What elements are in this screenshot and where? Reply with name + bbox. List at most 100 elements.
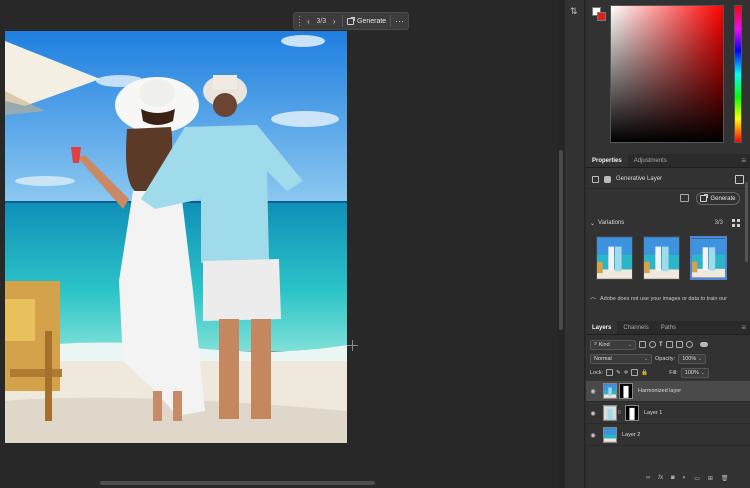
variation-thumbnail[interactable] — [643, 236, 680, 280]
opacity-field[interactable]: 100% ⌄ — [678, 353, 707, 364]
lock-transparent-icon[interactable] — [606, 369, 614, 376]
layer-thumbnail — [603, 405, 617, 421]
blend-mode-dropdown[interactable]: Normal ⌄ — [590, 353, 652, 364]
variation-thumbnail-selected[interactable] — [690, 236, 727, 280]
layer-mask-thumbnail[interactable] — [625, 405, 639, 421]
filter-pixel-icon[interactable] — [639, 341, 646, 348]
properties-tabbar: Properties Adjustments ≡ — [586, 154, 750, 168]
tab-layers[interactable]: Layers — [586, 321, 618, 334]
chevron-left-icon[interactable]: ‹ — [304, 17, 312, 26]
filter-shape-icon[interactable] — [665, 341, 673, 348]
mask-icon[interactable] — [735, 174, 744, 184]
chevron-right-icon[interactable]: › — [330, 17, 338, 26]
eye-icon[interactable]: ◉ — [586, 388, 600, 395]
adjustment-icon[interactable]: ◐ — [683, 475, 687, 482]
chevron-down-icon[interactable]: ⌄ — [590, 220, 595, 227]
eye-icon[interactable]: ◉ — [586, 410, 600, 417]
grid-view-icon[interactable] — [732, 219, 740, 227]
lock-all-icon[interactable]: 🔒 — [641, 370, 648, 376]
panel-menu-icon[interactable]: ≡ — [741, 321, 750, 334]
filter-smart-object-icon[interactable] — [675, 341, 683, 348]
layer-name: Layer 1 — [644, 410, 663, 416]
document-image[interactable] — [5, 31, 347, 443]
vertical-scrollbar[interactable] — [559, 150, 563, 330]
tab-paths[interactable]: Paths — [655, 321, 682, 334]
lock-row: Lock: ✎ ✛ 🔒 Fill: 100% ⌄ — [590, 367, 709, 378]
filter-adjustment-icon[interactable] — [649, 341, 656, 348]
fx-icon[interactable]: fx — [658, 475, 663, 482]
properties-generate-button[interactable]: Generate — [696, 192, 740, 205]
variations-count: 3/3 — [714, 220, 723, 226]
fill-label: Fill: — [669, 369, 678, 376]
chevron-down-icon: ⌄ — [627, 341, 632, 348]
panel-menu-icon[interactable]: ≡ — [741, 154, 750, 167]
training-notice: ⌒ Adobe does not use your images or data… — [590, 296, 746, 305]
notice-text: Adobe does not use your images or data t… — [600, 296, 727, 302]
variations-label: Variations — [598, 220, 625, 226]
generate-button[interactable]: Generate — [347, 16, 387, 25]
background-color-swatch[interactable] — [597, 12, 606, 21]
folder-icon[interactable]: ▭ — [694, 475, 700, 482]
properties-scrollbar[interactable] — [745, 182, 748, 262]
new-layer-icon[interactable]: ⊞ — [708, 475, 713, 482]
color-picker-field[interactable] — [610, 5, 724, 143]
fill-value: 100% — [684, 369, 699, 376]
layers-tabbar: Layers Channels Paths ≡ — [586, 321, 750, 335]
opacity-label: Opacity: — [655, 355, 676, 362]
generate-icon — [700, 194, 709, 202]
mask-icon[interactable]: ◙ — [671, 475, 675, 482]
lock-paint-icon[interactable]: ✎ — [616, 370, 621, 376]
divider — [390, 15, 391, 27]
image-reference-icon[interactable] — [680, 194, 689, 202]
lock-position-icon[interactable]: ✛ — [624, 370, 629, 376]
layer-row-layer-2[interactable]: ◉ Layer 2 — [586, 425, 750, 446]
drag-handle-icon[interactable] — [298, 15, 301, 27]
divider — [586, 188, 750, 189]
filter-toggle[interactable] — [699, 342, 708, 347]
filter-artboard-icon[interactable] — [685, 341, 693, 348]
divider — [342, 15, 343, 27]
canvas-area[interactable]: ‹ 3/3 › Generate ··· — [0, 0, 557, 488]
layer-type-label: Generative Layer — [616, 176, 663, 182]
generate-icon — [347, 16, 355, 25]
right-panels: Properties Adjustments ≡ Generative Laye… — [586, 0, 750, 488]
horizontal-scrollbar[interactable] — [100, 481, 375, 485]
more-icon[interactable]: ··· — [395, 16, 404, 26]
tab-channels[interactable]: Channels — [617, 321, 654, 334]
tab-adjustments[interactable]: Adjustments — [628, 154, 673, 167]
layer-name: Layer 2 — [622, 432, 641, 438]
hue-slider[interactable] — [734, 5, 742, 143]
generative-fill-icon — [592, 175, 599, 183]
variations-thumbnails — [596, 236, 736, 280]
filter-type-icon[interactable]: T — [659, 342, 663, 348]
generate-label: Generate — [357, 17, 387, 25]
search-icon: ⌕ — [594, 341, 598, 347]
layer-thumbnail — [603, 427, 617, 443]
contextual-task-bar[interactable]: ‹ 3/3 › Generate ··· — [293, 12, 409, 30]
variations-header[interactable]: ⌄ Variations 3/3 — [590, 218, 740, 228]
lock-artboard-icon[interactable] — [631, 369, 639, 376]
layer-row-layer-1[interactable]: ◉ 8 Layer 1 — [586, 403, 750, 424]
chevron-down-icon: ⌄ — [643, 355, 648, 362]
tab-properties[interactable]: Properties — [586, 154, 628, 167]
opacity-value: 100% — [682, 355, 697, 362]
swap-arrows-icon[interactable]: ⇅ — [570, 6, 580, 16]
chevron-down-icon: ⌄ — [700, 369, 705, 376]
variation-thumbnail[interactable] — [596, 236, 633, 280]
eye-icon[interactable]: ◉ — [586, 432, 600, 439]
layer-row-harmonized[interactable]: ◉ Harmonized layer — [586, 381, 750, 402]
layer-mask-thumbnail[interactable] — [619, 383, 633, 399]
fill-field[interactable]: 100% ⌄ — [680, 367, 709, 378]
pixel-layer-icon — [604, 175, 611, 183]
kind-filter-dropdown[interactable]: ⌕ Kind ⌄ — [590, 339, 636, 350]
layer-name: Harmonized layer — [638, 388, 682, 394]
link-icon[interactable]: 8 — [618, 410, 623, 416]
blend-mode-value: Normal — [594, 355, 612, 362]
chevron-down-icon: ⌄ — [697, 355, 703, 362]
layer-thumbnail — [603, 383, 617, 399]
panel-dock: ⇅ — [565, 0, 585, 488]
layer-type-row: Generative Layer — [592, 173, 744, 185]
layers-panel: ⌕ Kind ⌄ T Normal ⌄ Opacity: 100% ⌄ Lock: ✎… — [586, 335, 750, 488]
trash-icon[interactable]: 🗑 — [721, 475, 729, 482]
link-icon[interactable]: ∞ — [646, 475, 650, 482]
